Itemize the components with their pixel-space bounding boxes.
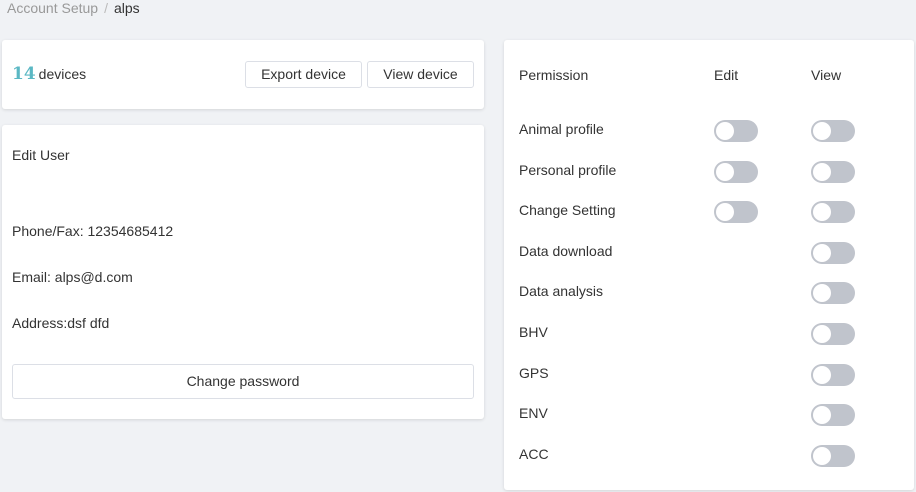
permission-label: Change Setting — [519, 202, 616, 218]
toggle-knob — [813, 244, 831, 262]
edit-permission-toggle[interactable] — [714, 120, 758, 142]
toggle-knob — [813, 122, 831, 140]
address: Address:dsf dfd — [12, 315, 110, 331]
toggle-knob — [716, 122, 734, 140]
view-device-button[interactable]: View device — [367, 61, 474, 88]
toggle-knob — [813, 447, 831, 465]
view-permission-toggle[interactable] — [811, 242, 855, 264]
view-permission-toggle[interactable] — [811, 404, 855, 426]
permission-label: GPS — [519, 365, 549, 381]
user-card: Edit User Phone/Fax: 12354685412 Email: … — [2, 125, 484, 419]
toggle-knob — [813, 366, 831, 384]
permission-column-header: Permission — [519, 67, 589, 83]
edit-permission-toggle[interactable] — [714, 161, 758, 183]
device-count: 14 devices — [12, 64, 86, 84]
view-permission-toggle[interactable] — [811, 282, 855, 304]
permission-label: ACC — [519, 446, 549, 462]
breadcrumb-separator: / — [104, 0, 108, 16]
breadcrumb-root[interactable]: Account Setup — [7, 0, 98, 16]
permission-label: Animal profile — [519, 121, 604, 137]
device-count-unit: devices — [38, 66, 87, 82]
permission-label: Data download — [519, 243, 613, 259]
permissions-card: Permission Edit View Animal profile Perso… — [504, 40, 914, 490]
view-permission-toggle[interactable] — [811, 445, 855, 467]
toggle-knob — [813, 203, 831, 221]
permission-label: ENV — [519, 405, 548, 421]
toggle-knob — [813, 284, 831, 302]
phone-fax: Phone/Fax: 12354685412 — [12, 223, 174, 239]
view-permission-toggle[interactable] — [811, 201, 855, 223]
view-permission-toggle[interactable] — [811, 364, 855, 386]
email: Email: alps@d.com — [12, 269, 133, 285]
toggle-knob — [813, 325, 831, 343]
permission-label: Data analysis — [519, 283, 604, 299]
view-column-header: View — [811, 67, 842, 83]
edit-column-header: Edit — [714, 67, 739, 83]
breadcrumb: Account Setup / alps — [7, 0, 140, 16]
toggle-knob — [716, 203, 734, 221]
view-permission-toggle[interactable] — [811, 161, 855, 183]
change-password-button[interactable]: Change password — [12, 364, 474, 399]
device-count-number: 14 — [12, 64, 36, 84]
edit-permission-toggle[interactable] — [714, 201, 758, 223]
toggle-knob — [716, 163, 734, 181]
devices-card: 14 devices Export device View device — [2, 40, 484, 109]
toggle-knob — [813, 406, 831, 424]
view-permission-toggle[interactable] — [811, 120, 855, 142]
permission-label: Personal profile — [519, 162, 617, 178]
permission-label: BHV — [519, 324, 548, 340]
toggle-knob — [813, 163, 831, 181]
breadcrumb-current: alps — [113, 0, 140, 16]
export-device-button[interactable]: Export device — [245, 61, 362, 88]
view-permission-toggle[interactable] — [811, 323, 855, 345]
edit-user-title: Edit User — [12, 147, 70, 163]
